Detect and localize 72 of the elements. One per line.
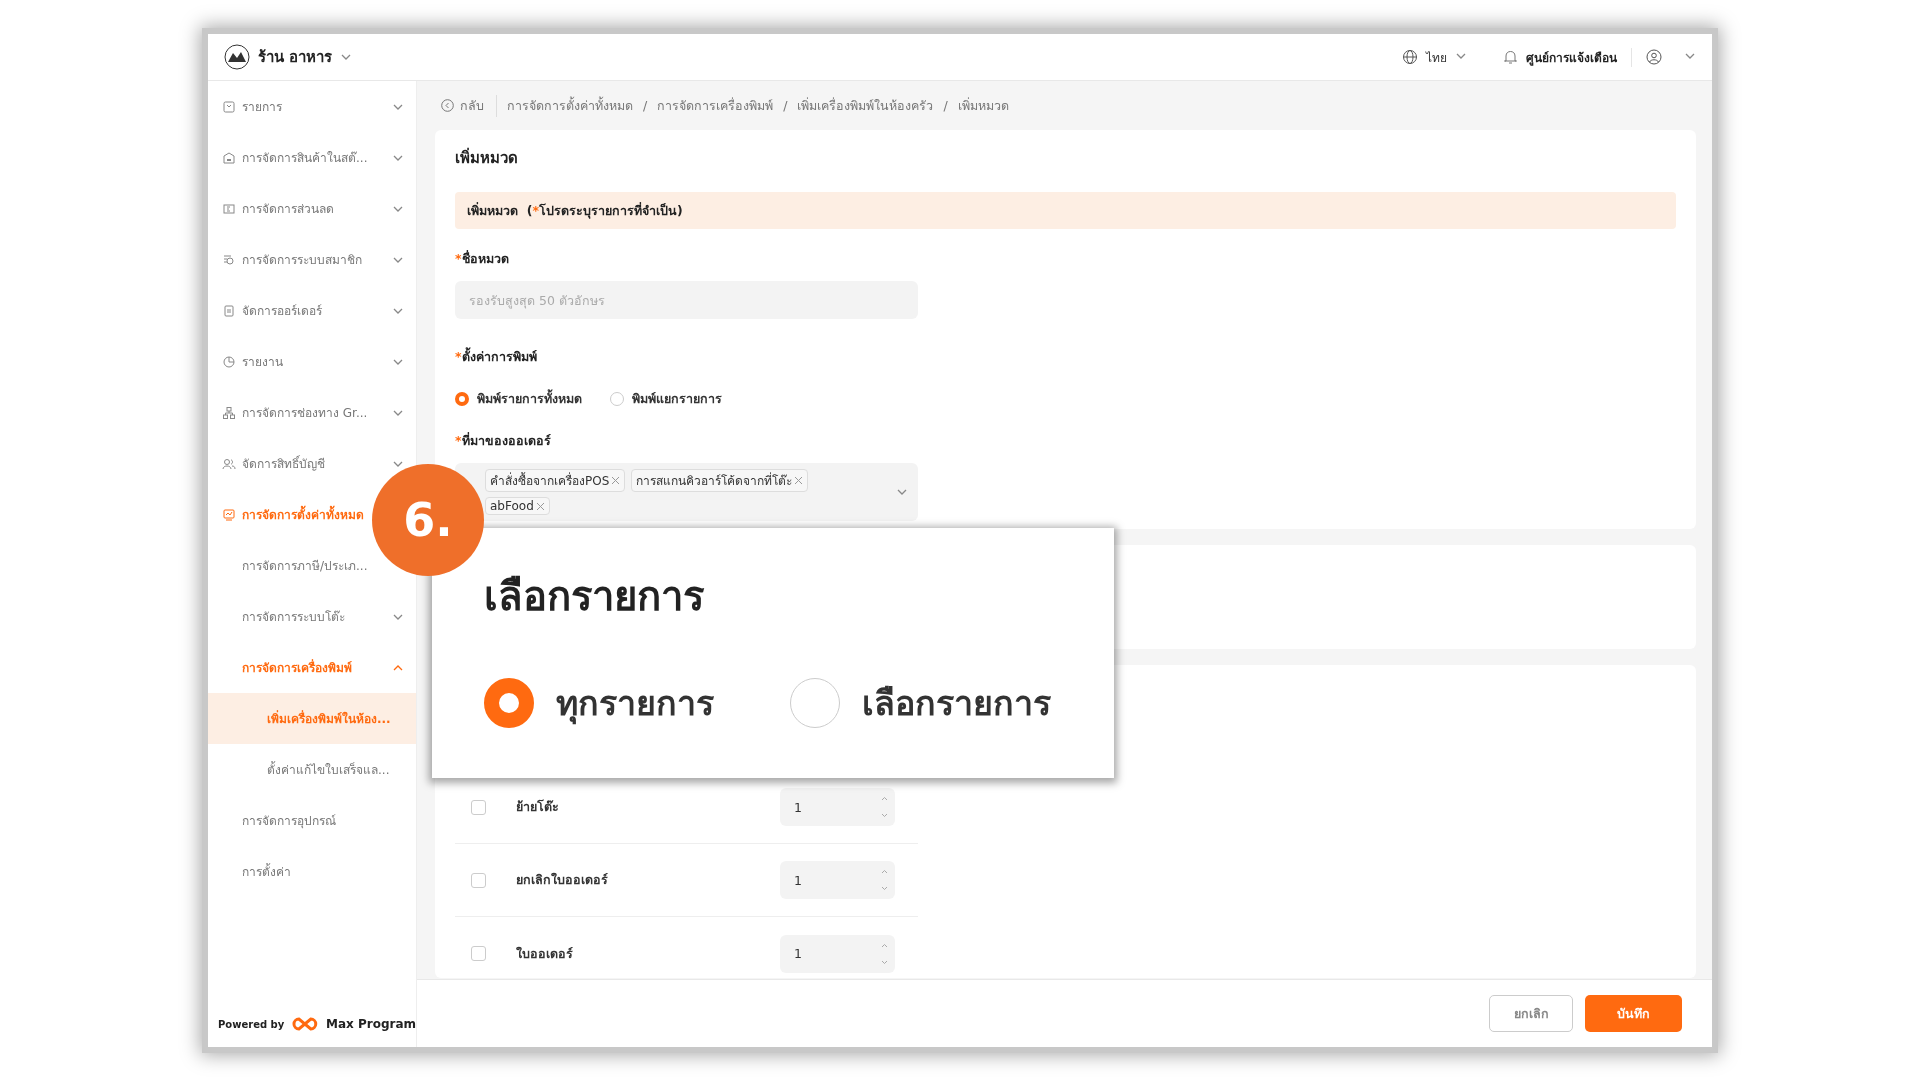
- required-notice-banner: เพิ่มหมวด (*โปรดระบุรายการที่จำเป็น): [455, 192, 1676, 229]
- notification-center-link[interactable]: ศูนย์การแจ้งเตือน: [1526, 47, 1632, 67]
- sidebar-item[interactable]: รายการ: [208, 81, 416, 132]
- brand-name: Max Program: [325, 1017, 416, 1031]
- field-label: *ที่มาของออเดอร์: [455, 431, 552, 450]
- sidebar-item[interactable]: การจัดการอุปกรณ์: [208, 795, 416, 846]
- save-button[interactable]: บันทึก: [1585, 995, 1682, 1032]
- multi-select-field[interactable]: คำสั่งซื้อจากเครื่องPOS การสแกนคิวอาร์โค้ดจากที่โต๊ะ abFood: [455, 463, 918, 521]
- breadcrumb-link[interactable]: การจัดการเครื่องพิมพ์: [657, 95, 774, 116]
- coupon-icon: [222, 201, 236, 216]
- name-input-field[interactable]: รองรับสูงสุด 50 ตัวอักษร: [455, 281, 918, 319]
- sidebar-item[interactable]: การจัดการเครื่องพิมพ์: [208, 642, 416, 693]
- close-icon[interactable]: [611, 476, 621, 485]
- sidebar-item[interactable]: การจัดการสินค้าในสต๊...: [208, 132, 416, 183]
- back-icon: [441, 99, 454, 112]
- globe-icon[interactable]: [1402, 49, 1418, 65]
- callout-title: เลือกรายการ: [484, 572, 705, 621]
- sidebar-item[interactable]: การจัดการส่วนลด: [208, 183, 416, 234]
- sidebar-item[interactable]: รายงาน: [208, 336, 416, 387]
- language-selector[interactable]: ไทย: [1426, 47, 1447, 67]
- checkbox[interactable]: [471, 799, 486, 815]
- store-name[interactable]: ร้าน อาหาร: [258, 45, 333, 69]
- pie-chart-icon: [222, 354, 236, 369]
- logo-icon: [224, 44, 250, 70]
- print-item-label: ย้ายโต๊ะ: [516, 798, 560, 816]
- copies-number-field[interactable]: 1: [780, 861, 895, 899]
- sidebar-item[interactable]: การจัดการช่องทาง Gr...: [208, 387, 416, 438]
- checkbox[interactable]: [471, 872, 486, 888]
- copies-number-field[interactable]: 1: [780, 934, 895, 973]
- back-link[interactable]: กลับ: [435, 94, 497, 117]
- bell-icon[interactable]: [1503, 49, 1518, 65]
- store-icon: [222, 150, 236, 165]
- radio-option[interactable]: พิมพ์รายการทั้งหมด: [455, 389, 582, 409]
- sidebar-item[interactable]: เพิ่มเครื่องพิมพ์ในห้อง...: [208, 693, 416, 744]
- sidebar-item[interactable]: ตั้งค่าแก้ไขใบเสร็จแล...: [208, 744, 416, 795]
- tag: คำสั่งซื้อจากเครื่องPOS: [485, 469, 626, 492]
- sidebar-item[interactable]: การจัดการระบบสมาชิก: [208, 234, 416, 285]
- users-icon: [222, 456, 236, 471]
- copies-number-field[interactable]: 1: [780, 788, 895, 826]
- print-item-label: ใบออเดอร์: [516, 944, 574, 963]
- tag: การสแกนคิวอาร์โค้ดจากที่โต๊ะ: [631, 469, 809, 492]
- member-icon: [222, 252, 236, 267]
- monitor-icon: [222, 507, 236, 522]
- breadcrumb-separator: /: [643, 98, 648, 113]
- spinner-icon[interactable]: [880, 794, 889, 820]
- checkbox[interactable]: [471, 946, 486, 961]
- cancel-button[interactable]: ยกเลิก: [1489, 995, 1573, 1032]
- powered-by-text: Powered by: [218, 1018, 285, 1030]
- radio-option[interactable]: เลือกรายการ: [790, 676, 1051, 730]
- network-icon: [222, 405, 236, 420]
- sidebar-item[interactable]: จัดการออร์เดอร์: [208, 285, 416, 336]
- user-icon[interactable]: [1646, 49, 1662, 65]
- radio-option[interactable]: พิมพ์แยกรายการ: [610, 389, 722, 409]
- clipboard-icon: [222, 303, 236, 318]
- sidebar-item[interactable]: การตั้งค่า: [208, 846, 416, 897]
- tag: abFood: [485, 497, 550, 515]
- radio-option[interactable]: ทุกรายการ: [484, 676, 714, 730]
- close-icon[interactable]: [794, 476, 804, 485]
- sidebar-item[interactable]: การจัดการระบบโต๊ะ: [208, 591, 416, 642]
- brand-logo-icon: [290, 1016, 320, 1032]
- breadcrumb-link[interactable]: เพิ่มหมวด: [957, 95, 1009, 116]
- field-label: *ชื่อหมวด: [455, 249, 510, 268]
- spinner-icon[interactable]: [880, 867, 889, 893]
- list-icon: [222, 99, 236, 114]
- close-icon[interactable]: [535, 501, 545, 511]
- print-item-label: ยกเลิกใบออเดอร์: [516, 871, 609, 889]
- breadcrumb-separator: /: [783, 98, 788, 113]
- breadcrumb-link[interactable]: เพิ่มเครื่องพิมพ์ในห้องครัว: [797, 95, 934, 116]
- breadcrumb-separator: /: [943, 98, 948, 113]
- breadcrumb-link[interactable]: การจัดการตั้งค่าทั้งหมด: [507, 95, 633, 116]
- page-title: เพิ่มหมวด: [455, 146, 519, 169]
- field-label: *ตั้งค่าการพิมพ์: [455, 347, 538, 366]
